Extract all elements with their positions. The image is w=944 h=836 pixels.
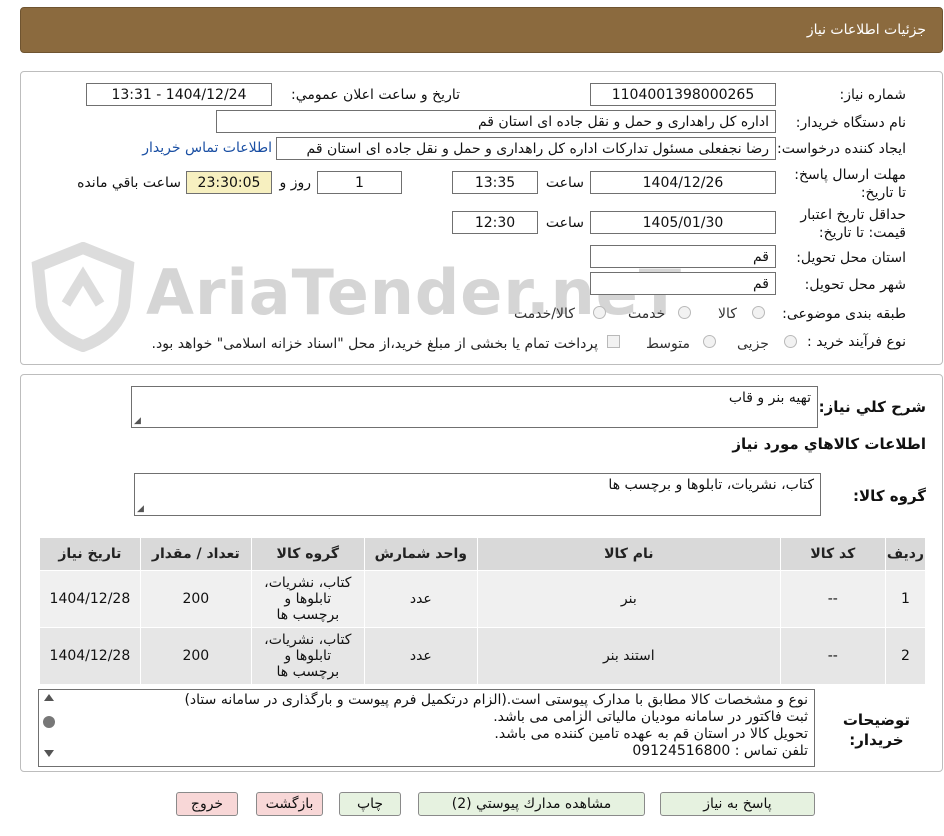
remaining-time-label: ساعت باقي مانده: [77, 175, 181, 191]
notes-scrollbar[interactable]: [41, 692, 57, 764]
summary-label: شرح كلي نياز:: [818, 398, 926, 416]
page-title: جزئیات اطلاعات نیاز: [806, 22, 926, 38]
city-label: شهر محل تحویل:: [804, 277, 906, 293]
requester-field[interactable]: رضا نجفعلی مسئول تدارکات اداره کل راهدار…: [276, 137, 776, 160]
process-medium-label: متوسط: [646, 336, 690, 352]
city-field[interactable]: قم: [590, 272, 776, 295]
requester-label: ایجاد کننده درخواست:: [777, 141, 906, 157]
col-name: نام كالا: [476, 537, 781, 571]
category-goods-label: کالا: [718, 306, 737, 322]
col-code: كد كالا: [779, 537, 886, 571]
scroll-thumb[interactable]: [43, 716, 55, 728]
cell-date: 1404/12/28: [39, 570, 141, 628]
category-goods-service-radio[interactable]: [593, 306, 606, 319]
notes-line: تلفن تماس : 09124516800: [632, 743, 808, 759]
process-medium-radio[interactable]: [703, 335, 716, 348]
table-row[interactable]: 1 -- بنر عدد کتاب، نشریات، تابلوها و برچ…: [39, 570, 927, 628]
col-unit: واحد شمارش: [363, 537, 478, 571]
table-header-row: رديف كد كالا نام كالا واحد شمارش گروه كا…: [39, 537, 927, 571]
category-goods-service-label: کالا/خدمت: [514, 306, 575, 322]
category-goods-radio[interactable]: [752, 306, 765, 319]
announce-date-field[interactable]: 1404/12/24 - 13:31: [86, 83, 272, 106]
cell-code: --: [779, 627, 886, 685]
cell-name: استند بنر: [476, 627, 781, 685]
cell-group: کتاب، نشریات، تابلوها و برچسب ها: [250, 627, 365, 685]
deadline-label: مهلت ارسال پاسخ: تا تاریخ:: [794, 167, 906, 201]
province-field[interactable]: قم: [590, 245, 776, 268]
items-section-title: اطلاعات كالاهاي مورد نياز: [732, 435, 926, 453]
col-qty: تعداد / مقدار: [139, 537, 252, 571]
cell-code: --: [779, 570, 886, 628]
process-minor-label: جزیی: [737, 336, 769, 352]
announce-date-label: تاریخ و ساعت اعلان عمومي:: [291, 87, 460, 103]
cell-date: 1404/12/28: [39, 627, 141, 685]
process-minor-radio[interactable]: [784, 335, 797, 348]
category-service-label: خدمت: [628, 306, 666, 322]
cell-unit: عدد: [363, 627, 478, 685]
treasury-note: پرداخت تمام یا بخشی از مبلغ خرید،از محل …: [151, 336, 598, 352]
back-button[interactable]: بازگشت: [256, 792, 323, 816]
col-group: گروه كالا: [250, 537, 365, 571]
process-label: نوع فرآیند خرید :: [807, 334, 906, 350]
page-header: جزئیات اطلاعات نیاز: [20, 7, 943, 53]
treasury-checkbox[interactable]: [607, 335, 620, 348]
resize-grip-icon[interactable]: ◢: [137, 504, 144, 514]
scroll-up-icon[interactable]: [44, 694, 54, 701]
need-number-field[interactable]: 1104001398000265: [590, 83, 776, 106]
remaining-time-field: 23:30:05: [186, 171, 272, 194]
goods-group-textarea[interactable]: کتاب، نشریات، تابلوها و برچسب ها ◢: [134, 473, 821, 516]
buyer-org-label: نام دستگاه خریدار:: [795, 115, 906, 131]
validity-label: حداقل تاریخ اعتبار قیمت: تا تاریخ:: [800, 207, 906, 241]
notes-label-line1: توضيحات: [842, 711, 910, 729]
cell-row: 2: [884, 627, 927, 685]
deadline-time-label: ساعت: [545, 175, 584, 191]
cell-unit: عدد: [363, 570, 478, 628]
province-label: استان محل تحویل:: [796, 250, 906, 266]
buyer-org-field[interactable]: اداره کل راهداری و حمل و نقل جاده ای است…: [216, 110, 776, 133]
cell-name: بنر: [476, 570, 781, 628]
cell-qty: 200: [139, 570, 252, 628]
buyer-notes-textarea[interactable]: نوع و مشخصات کالا مطابق با مدارک پیوستی …: [38, 689, 815, 767]
deadline-time-field[interactable]: 13:35: [452, 171, 538, 194]
scroll-down-icon[interactable]: [44, 750, 54, 757]
exit-button[interactable]: خروج: [176, 792, 238, 816]
cell-group: کتاب، نشریات، تابلوها و برچسب ها: [250, 570, 365, 628]
print-button[interactable]: چاپ: [339, 792, 401, 816]
cell-row: 1: [884, 570, 927, 628]
notes-line: تحویل کالا در استان قم به عهده تامین کنن…: [494, 726, 808, 742]
resize-grip-icon[interactable]: ◢: [134, 416, 141, 426]
attachments-button[interactable]: مشاهده مدارك پيوستي (2): [418, 792, 645, 816]
notes-label-line2: خريدار:: [849, 731, 904, 749]
col-row: رديف: [884, 537, 927, 571]
summary-textarea[interactable]: تهیه بنر و قاب ◢: [131, 386, 818, 428]
category-service-radio[interactable]: [678, 306, 691, 319]
table-row[interactable]: 2 -- استند بنر عدد کتاب، نشریات، تابلوها…: [39, 627, 927, 685]
goods-group-label: گروه كالا:: [853, 487, 926, 505]
summary-text: تهیه بنر و قاب: [728, 390, 811, 406]
deadline-date-field[interactable]: 1404/12/26: [590, 171, 776, 194]
need-number-label: شماره نیاز:: [839, 87, 907, 103]
goods-group-text: کتاب، نشریات، تابلوها و برچسب ها: [608, 477, 814, 493]
remaining-days-field[interactable]: 1: [317, 171, 402, 194]
validity-date-field[interactable]: 1405/01/30: [590, 211, 776, 234]
col-date: تاريخ نياز: [39, 537, 141, 571]
validity-time-field[interactable]: 12:30: [452, 211, 538, 234]
notes-line: ثبت فاکتور در سامانه مودیان مالیاتی الزا…: [493, 709, 808, 725]
validity-time-label: ساعت: [545, 215, 584, 231]
items-table: رديف كد كالا نام كالا واحد شمارش گروه كا…: [39, 537, 927, 685]
notes-label: توضيحات خريدار:: [843, 710, 910, 750]
reply-button[interactable]: پاسخ به نياز: [660, 792, 815, 816]
category-label: طبقه بندی موضوعی:: [782, 306, 906, 322]
buyer-contact-link[interactable]: اطلاعات تماس خریدار: [142, 140, 272, 156]
cell-qty: 200: [139, 627, 252, 685]
days-label: روز و: [279, 175, 312, 191]
notes-line: نوع و مشخصات کالا مطابق با مدارک پیوستی …: [184, 692, 808, 708]
